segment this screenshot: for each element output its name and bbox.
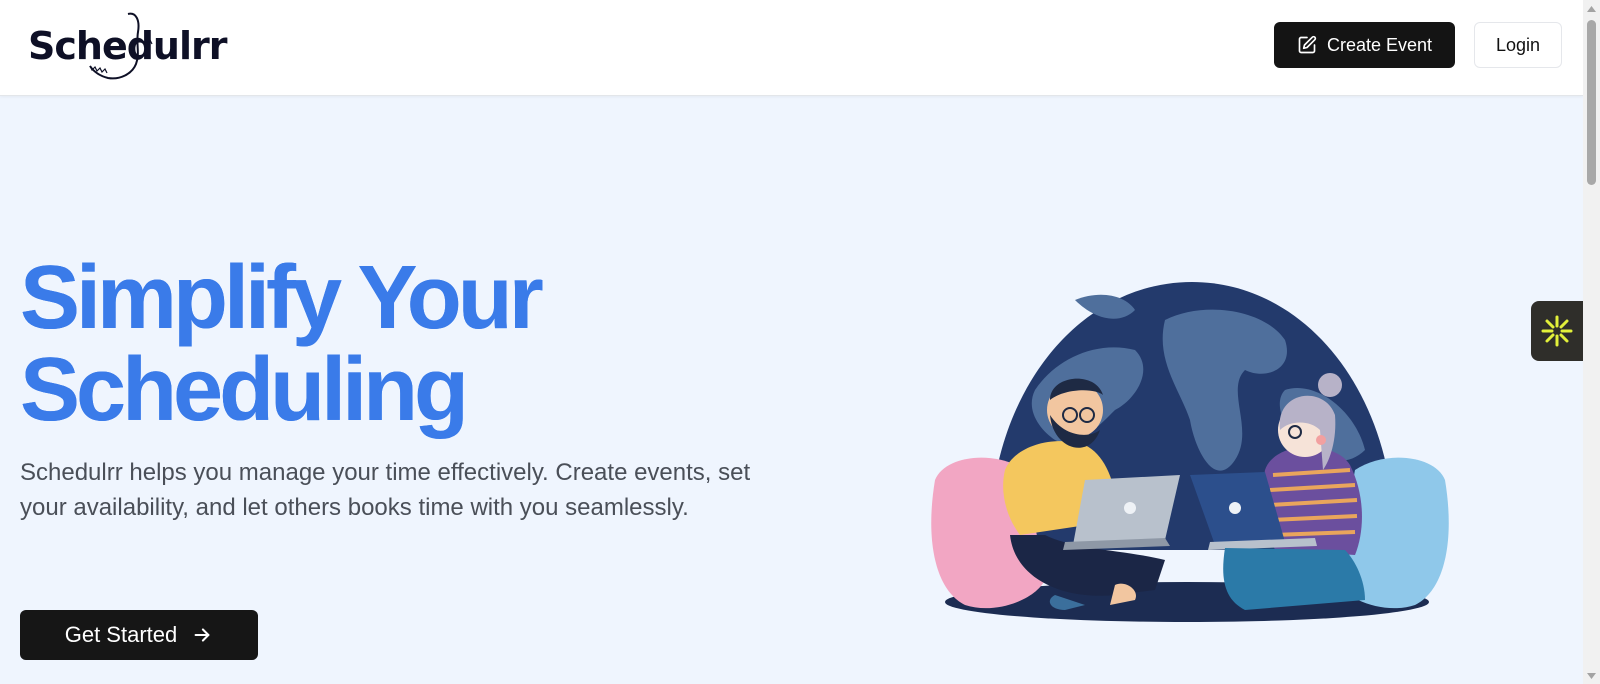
asterisk-icon xyxy=(1541,315,1573,347)
create-event-label: Create Event xyxy=(1326,34,1433,55)
top-navbar: Schedulrr Create Event Login xyxy=(0,0,1583,96)
login-label: Login xyxy=(1495,34,1541,55)
create-event-button[interactable]: Create Event xyxy=(1274,22,1455,68)
chevron-up-icon xyxy=(1587,5,1596,12)
edit-icon xyxy=(1298,35,1317,54)
logo[interactable]: Schedulrr xyxy=(28,10,227,86)
login-button[interactable]: Login xyxy=(1474,22,1562,68)
get-started-label: Get Started xyxy=(64,622,178,647)
hero-title-line-2: Scheduling xyxy=(20,340,469,440)
hero-title-line-1: Simplify Your xyxy=(20,248,544,348)
hero-illustration xyxy=(931,282,1449,622)
hero-title: Simplify Your Scheduling xyxy=(20,252,740,436)
hero-description: Schedulrr helps you manage your time eff… xyxy=(20,459,751,521)
chevron-down-icon xyxy=(1587,672,1596,679)
side-widget-button[interactable] xyxy=(1531,301,1583,361)
scrollbar-thumb[interactable] xyxy=(1587,20,1596,185)
scroll-down-button[interactable] xyxy=(1583,667,1600,684)
get-started-button[interactable]: Get Started xyxy=(20,610,258,660)
scroll-up-button[interactable] xyxy=(1583,0,1600,17)
arrow-right-icon xyxy=(194,628,210,642)
logo-phone-cord-graphic xyxy=(89,12,153,80)
vertical-scrollbar[interactable] xyxy=(1583,0,1600,684)
